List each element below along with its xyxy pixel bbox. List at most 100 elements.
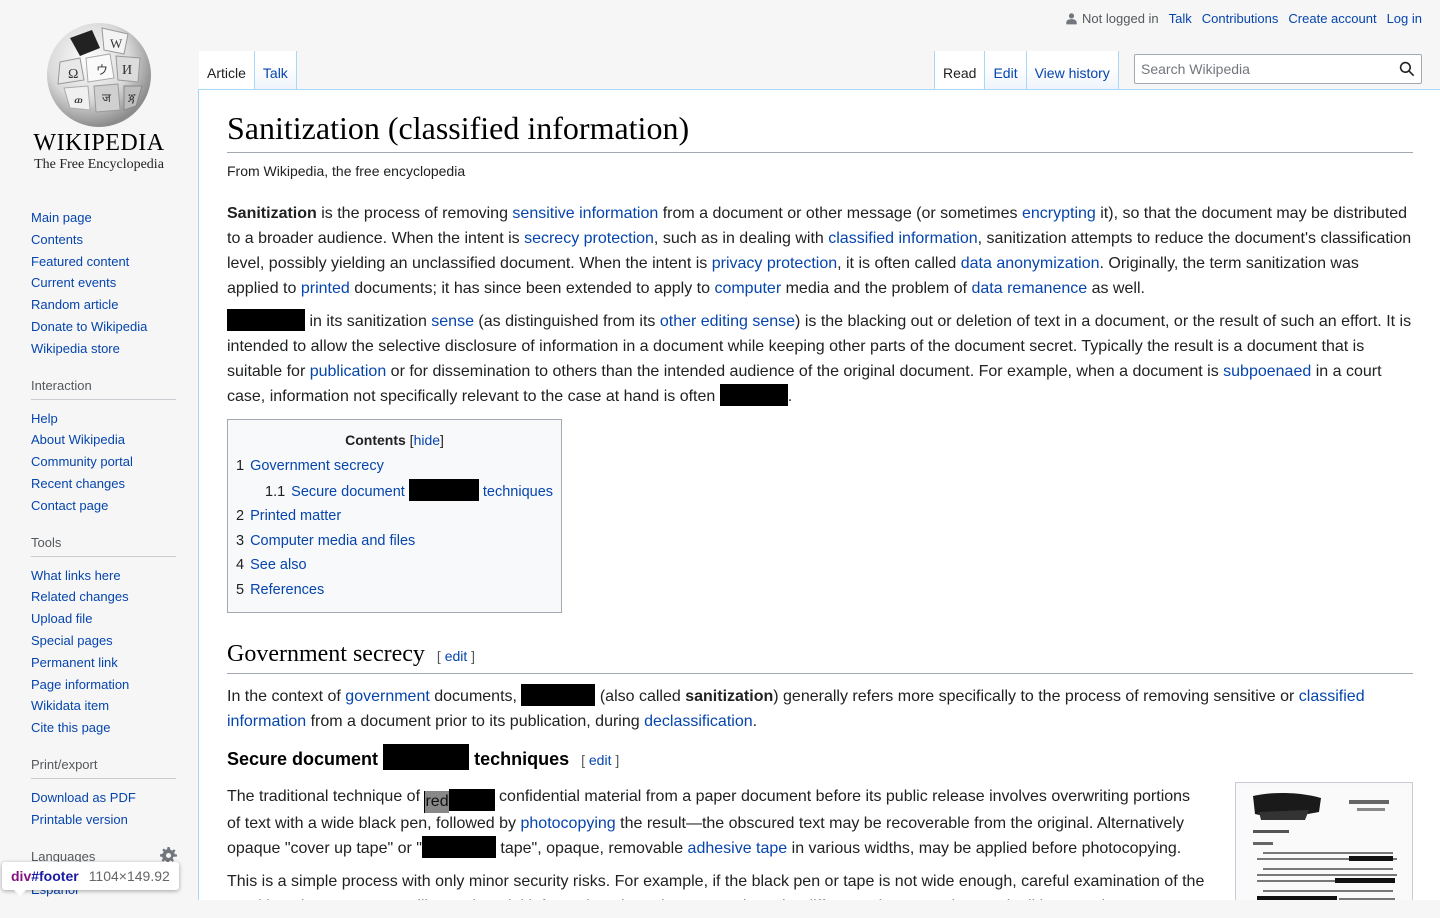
toc-link-references[interactable]: References [250,582,324,598]
toc-item[interactable]: 5 References [236,578,553,603]
sidebar-item-wikidata-item[interactable]: Wikidata item [31,698,109,713]
tab-article[interactable]: Article [199,51,255,90]
sidebar-item-printable-version[interactable]: Printable version [31,812,128,827]
sidebar-item-donate[interactable]: Donate to Wikipedia [31,319,147,334]
toc-item[interactable]: 1 Government secrecy 1.1 Secure document t… [236,454,553,504]
tab-edit-label: Edit [993,65,1018,81]
link-encrypting[interactable]: encrypting [1022,205,1096,222]
tab-talk[interactable]: Talk [254,51,297,90]
search-input[interactable] [1135,55,1391,83]
toc-link-secure-document-pre[interactable]: Secure document [291,484,405,500]
toc-link-secure-document-post[interactable]: techniques [483,484,553,500]
sidebar-item-help[interactable]: Help [31,411,58,426]
page-title: Sanitization (classified information) [227,108,1413,153]
sidebar-item-cite-this-page[interactable]: Cite this page [31,720,111,735]
link-sense[interactable]: sense [431,313,474,330]
personal-contributions-link[interactable]: Contributions [1202,11,1279,26]
tooltip-dimensions: 1104×149.92 [88,868,170,884]
link-privacy-protection[interactable]: privacy protection [712,255,837,272]
toc-link-printed-matter[interactable]: Printed matter [250,508,341,524]
portal-interaction: Interaction Help About Wikipedia Communi… [0,378,198,517]
sidebar-item-contents[interactable]: Contents [31,232,83,247]
lead-paragraph-2: in its sanitization sense (as distinguis… [227,308,1413,409]
sidebar-item-community-portal[interactable]: Community portal [31,454,133,469]
personal-talk-link[interactable]: Talk [1169,11,1192,26]
tab-edit[interactable]: Edit [985,51,1027,90]
namespace-tabs: Article Talk [199,51,297,90]
text: , such as in dealing with [653,229,829,247]
text: documents, [429,688,522,706]
sidebar-item-upload-file[interactable]: Upload file [31,611,92,626]
link-computer[interactable]: computer [714,280,781,297]
toc-link-computer-media[interactable]: Computer media and files [250,533,415,549]
link-photocopying[interactable]: photocopying [521,815,616,832]
search-icon[interactable] [1399,61,1415,77]
link-other-editing-sense[interactable]: other editing sense [660,313,795,330]
sidebar-item-featured-content[interactable]: Featured content [31,254,129,269]
link-printed[interactable]: printed [301,280,350,297]
toc-hide-toggle[interactable]: hide [414,432,440,448]
sidebar-item-main-page[interactable]: Main page [31,210,92,225]
gear-icon[interactable] [160,846,177,864]
link-subpoenaed[interactable]: subpoenaed [1223,363,1311,380]
sidebar-item-contact-page[interactable]: Contact page [31,498,108,513]
log-in-link[interactable]: Log in [1387,11,1422,26]
toc-number: 3 [236,532,245,549]
edit-section-label: edit [444,648,468,665]
text: as well. [1087,279,1145,297]
toc-item[interactable]: 4 See also [236,553,553,578]
sidebar-item-special-pages[interactable]: Special pages [31,633,113,648]
sidebar-item-related-changes[interactable]: Related changes [31,589,129,604]
link-publication[interactable]: publication [310,363,387,380]
toc-item[interactable]: 3 Computer media and files [236,529,553,554]
toc-link-government-secrecy[interactable]: Government secrecy [250,458,384,474]
sidebar-item-current-events[interactable]: Current events [31,275,116,290]
link-adhesive-tape[interactable]: adhesive tape [688,840,788,857]
edit-section-link[interactable]: [ edit ] [581,752,619,768]
toc-title: Contents [hide] [345,431,444,448]
link-secrecy-protection[interactable]: secrecy protection [524,230,654,247]
sidebar-item-recent-changes[interactable]: Recent changes [31,476,125,491]
sidebar-item-download-pdf[interactable]: Download as PDF [31,790,136,805]
text: or for dissemination to others than the … [386,362,1224,380]
edit-section-label: edit [588,752,612,769]
sidebar-item-what-links-here[interactable]: What links here [31,568,121,583]
text: in various widths, may be applied before… [787,840,1182,858]
tooltip-selector: div#footer [11,868,79,884]
link-government[interactable]: government [345,688,430,705]
edit-section-link[interactable]: [ edit ] [437,648,475,664]
wikipedia-logo[interactable]: W Ω ウ И ወ ज ጃ WIKIPEDIA The Free Encyclo… [0,0,198,180]
text: ) generally refers more specifically to … [773,688,1299,706]
toc-number: 1.1 [265,483,286,500]
text: The traditional technique of [227,788,425,806]
link-classified-information[interactable]: classified information [828,230,977,247]
sidebar-item-page-information[interactable]: Page information [31,677,129,692]
text: (also called [595,688,686,706]
redaction-block [719,383,788,406]
toc-item[interactable]: 1.1 Secure document techniques [265,478,553,505]
text: from a document prior to its publication… [306,713,645,731]
toc-link-see-also[interactable]: See also [250,557,306,573]
link-data-remanence[interactable]: data remanence [972,280,1088,297]
tooltip-id: #footer [31,868,79,884]
redaction-block [521,684,596,707]
redaction-block [227,308,305,331]
link-sensitive-information[interactable]: sensitive information [512,205,658,222]
term-sanitization: Sanitization [227,204,317,222]
sidebar-item-wikipedia-store[interactable]: Wikipedia store [31,341,120,356]
create-account-link[interactable]: Create account [1288,11,1376,26]
sidebar-item-permanent-link[interactable]: Permanent link [31,655,118,670]
redacted-document-thumbnail[interactable] [1235,782,1413,900]
logo-tagline: The Free Encyclopedia [34,157,164,172]
tab-view-history[interactable]: View history [1026,51,1119,90]
partially-redacted-word: red [424,789,495,814]
link-declassification[interactable]: declassification [644,713,753,730]
toc-item[interactable]: 2 Printed matter [236,504,553,529]
puzzle-globe-icon: W Ω ウ И ወ ज ጃ [47,23,151,127]
tab-read[interactable]: Read [934,51,986,90]
sidebar-item-about[interactable]: About Wikipedia [31,432,125,447]
redaction-block [448,789,495,812]
tab-read-label: Read [943,65,977,81]
link-data-anonymization[interactable]: data anonymization [961,255,1100,272]
sidebar-item-random-article[interactable]: Random article [31,297,118,312]
